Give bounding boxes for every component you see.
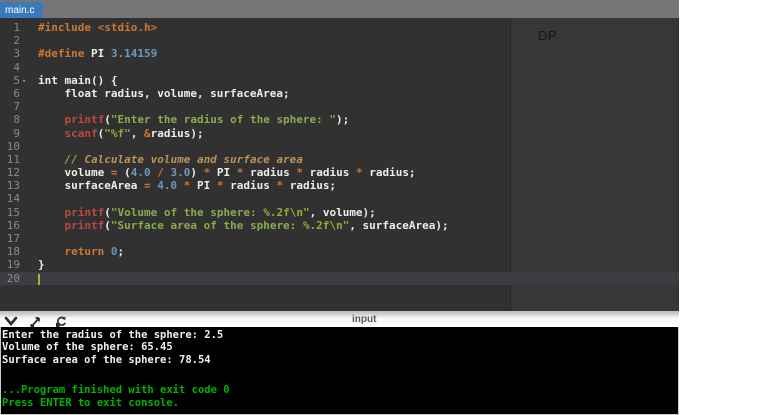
console-output[interactable]: Enter the radius of the sphere: 2.5 Volum… [0, 327, 679, 415]
code-line: 7 [0, 100, 679, 113]
code-line: 5 ▾ int main() { [0, 74, 679, 87]
console-line: Volume of the sphere: 65.45 [2, 341, 173, 354]
code-line: 13 surfaceArea = 4.0 * PI * radius * rad… [0, 179, 679, 192]
line-number: 6 [13, 86, 20, 100]
code-line: 2 [0, 34, 679, 47]
console-toolbar-icons [4, 316, 68, 327]
code-line: 9 scanf("%f", &radius); [0, 127, 679, 140]
code-line: 16 printf("Surface area of the sphere: %… [0, 219, 679, 232]
line-number: 8 [13, 113, 20, 127]
line-number: 2 [13, 34, 20, 48]
code-text: int main() { [38, 73, 118, 87]
code-line: 20 [0, 271, 679, 285]
line-number: 3 [13, 47, 20, 61]
line-number: 10 [6, 139, 20, 153]
line-number: 12 [6, 166, 20, 180]
code-text: surfaceArea = 4.0 * PI * radius * radius… [38, 179, 337, 193]
line-number: 13 [6, 179, 20, 193]
tab-main-c[interactable]: main.c [0, 2, 44, 18]
code-text: float radius, volume, surfaceArea; [38, 86, 290, 100]
text-cursor [38, 273, 40, 285]
code-text [20, 272, 40, 285]
code-line: 4 [0, 61, 679, 74]
code-line: 18 return 0; [0, 245, 679, 258]
ide-window: main.c DP 1 #include <stdio.h> 2 3 #define P… [0, 0, 679, 415]
console-toolbar: input [0, 311, 679, 327]
console-line: Press ENTER to exit console. [2, 396, 180, 409]
watermark-initials: DP [538, 28, 558, 43]
line-number: 18 [6, 245, 20, 259]
code-text: return 0; [64, 245, 125, 259]
chevron-down-icon[interactable] [4, 316, 18, 327]
code-line: 6 float radius, volume, surfaceArea; [0, 87, 679, 100]
tab-bar: main.c [0, 0, 679, 18]
code-text: scanf("%f", &radius); [64, 126, 204, 140]
code-line: 19} [0, 258, 679, 271]
line-number: 17 [6, 232, 20, 245]
code-line: 12 volume = (4.0 / 3.0) * PI * radius * … [0, 166, 679, 179]
line-number: 15 [6, 205, 20, 219]
code-text: // Calculate volume and surface area [38, 152, 303, 166]
code-text: #define PI 3.14159 [38, 47, 158, 61]
code-line: 1 #include <stdio.h> [0, 21, 679, 34]
code-line: 10 [0, 140, 679, 153]
code-text: printf("Enter the radius of the sphere: … [64, 113, 350, 127]
console-line: Surface area of the sphere: 78.54 [2, 353, 211, 366]
code-line: 17 [0, 232, 679, 245]
resize-expand-icon[interactable] [29, 316, 43, 327]
code-line: 15 printf("Volume of the sphere: %.2f\n"… [0, 206, 679, 219]
code-text: printf("Volume of the sphere: %.2f\n", v… [64, 205, 376, 219]
line-number: 16 [6, 218, 20, 232]
code-line: 3 #define PI 3.14159 [0, 47, 679, 60]
line-number: 9 [13, 126, 20, 140]
code-text: #include <stdio.h> [38, 21, 158, 34]
code-editor[interactable]: DP 1 #include <stdio.h> 2 3 #define PI 3.141… [0, 18, 679, 311]
input-label: input [352, 314, 377, 325]
code-lines: 1 #include <stdio.h> 2 3 #define PI 3.14159 4… [0, 21, 679, 285]
code-text: } [38, 258, 45, 272]
line-number: 19 [6, 258, 20, 272]
line-number: 1 [13, 21, 20, 34]
line-number: 4 [13, 60, 20, 74]
line-number: 5 [13, 73, 20, 87]
code-line: 8 printf("Enter the radius of the sphere… [0, 113, 679, 126]
restart-program-icon[interactable] [54, 316, 68, 327]
code-text: volume = (4.0 / 3.0) * PI * radius * rad… [38, 166, 416, 180]
line-number: 11 [6, 152, 20, 166]
code-line: 14 [0, 192, 679, 205]
console-line: Enter the radius of the sphere: 2.5 [2, 329, 224, 341]
console-line: ...Program finished with exit code 0 [2, 384, 230, 397]
line-number: 20 [6, 271, 20, 285]
code-text: printf("Surface area of the sphere: %.2f… [64, 218, 449, 232]
line-number: 14 [6, 192, 20, 206]
code-line: 11 // Calculate volume and surface area [0, 153, 679, 166]
line-number: 7 [13, 100, 20, 114]
